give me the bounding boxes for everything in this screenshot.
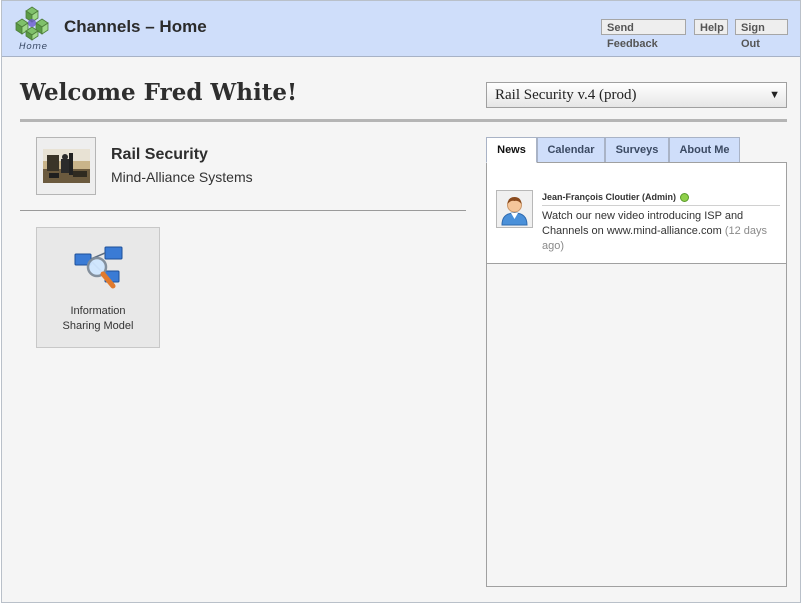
- tab-content-panel: Jean-François Cloutier (Admin) Watch our…: [486, 162, 787, 587]
- dropdown-arrow-icon: ▼: [769, 89, 780, 101]
- news-author-name: Jean-François Cloutier (Admin): [542, 192, 677, 202]
- news-message-text: Watch our new video introducing ISP and …: [542, 210, 744, 237]
- tile-label-line-2: Sharing Model: [62, 320, 134, 332]
- information-sharing-model-icon: [74, 246, 123, 289]
- page-title: Channels – Home: [64, 17, 207, 36]
- tab-surveys[interactable]: Surveys: [605, 137, 669, 163]
- news-item: Jean-François Cloutier (Admin) Watch our…: [487, 163, 786, 264]
- news-author: Jean-François Cloutier (Admin): [542, 192, 690, 203]
- sign-out-button[interactable]: Sign Out: [735, 19, 788, 50]
- plan-select-value: Rail Security v.4 (prod): [495, 87, 637, 103]
- header-bar: Home Channels – Home Send Feedback Help …: [2, 1, 800, 57]
- tab-about-me[interactable]: About Me: [669, 137, 740, 163]
- app-window: Home Channels – Home Send Feedback Help …: [1, 0, 801, 603]
- help-button[interactable]: Help: [694, 19, 728, 35]
- information-sharing-model-tile[interactable]: Information Sharing Model: [36, 227, 160, 348]
- tab-news[interactable]: News: [486, 137, 537, 163]
- news-message: Watch our new video introducing ISP and …: [542, 209, 780, 254]
- welcome-heading: Welcome Fred White!: [20, 79, 298, 106]
- plan-select-dropdown[interactable]: Rail Security v.4 (prod) ▼: [486, 82, 787, 108]
- home-caption[interactable]: Home: [19, 42, 48, 52]
- send-feedback-button[interactable]: Send Feedback: [601, 19, 686, 50]
- user-avatar-icon: [501, 197, 528, 226]
- organization-name: Rail Security: [111, 146, 208, 163]
- avatar: [496, 190, 533, 228]
- news-divider: [542, 205, 780, 206]
- tile-label-line-1: Information: [70, 305, 126, 317]
- organization-thumbnail: [36, 137, 96, 195]
- online-status-icon: [680, 193, 690, 203]
- header-divider: [20, 119, 787, 122]
- content-divider: [20, 210, 466, 211]
- organization-company: Mind-Alliance Systems: [111, 169, 253, 185]
- home-logo-icon[interactable]: [14, 5, 50, 41]
- rail-security-image-icon: [43, 149, 90, 183]
- tile-label: Information Sharing Model: [37, 304, 159, 334]
- tab-calendar[interactable]: Calendar: [537, 137, 605, 163]
